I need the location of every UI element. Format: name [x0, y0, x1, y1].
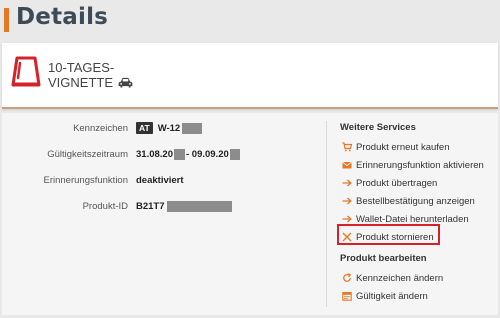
detail-row-kennzeichen: Kennzeichen AT W-12 — [2, 120, 322, 136]
detail-row-produkt-id: Produkt-ID B21T7 — [2, 198, 322, 214]
transfer-product-link[interactable]: Produkt übertragen — [342, 176, 437, 190]
detail-row-gueltigkeit: Gültigkeitszeitraum 31.08.20 - 09.09.20 — [2, 146, 322, 162]
product-id-value: B21T7 — [136, 200, 165, 212]
download-wallet-file-link[interactable]: Wallet-Datei herunterladen — [342, 212, 469, 226]
cancel-product-link[interactable]: Produkt stornieren — [342, 230, 434, 244]
link-label: Produkt übertragen — [356, 177, 438, 189]
services-heading: Weitere Services — [340, 122, 416, 133]
valid-to-value: - 09.09.20 — [185, 148, 229, 160]
detail-label: Kennzeichen — [73, 122, 128, 134]
redacted-mask — [166, 200, 232, 212]
product-name-line2: VIGNETTE — [48, 75, 114, 90]
page-header: Details — [0, 0, 500, 38]
link-label: Kennzeichen ändern — [356, 272, 444, 284]
redacted-mask — [173, 148, 185, 160]
country-badge: AT — [136, 122, 153, 134]
arrow-right-icon — [342, 178, 352, 188]
link-label: Erinnerungsfunktion aktivieren — [356, 159, 484, 171]
link-label: Produkt erneut kaufen — [356, 141, 450, 153]
detail-label: Erinnerungsfunktion — [43, 174, 129, 186]
refresh-icon — [342, 273, 352, 283]
link-label: Bestellbestätigung anzeigen — [356, 195, 475, 207]
detail-label: Produkt-ID — [82, 200, 128, 212]
envelope-icon — [342, 160, 352, 170]
buy-again-link[interactable]: Produkt erneut kaufen — [342, 140, 449, 154]
arrow-right-icon — [342, 196, 352, 206]
valid-from-value: 31.08.20 — [136, 148, 173, 160]
column-divider — [326, 121, 327, 307]
edit-heading: Produkt bearbeiten — [340, 253, 427, 264]
show-order-confirmation-link[interactable]: Bestellbestätigung anzeigen — [342, 194, 475, 208]
product-card-header: 10-TAGES- VIGNETTE — [2, 43, 498, 109]
cart-icon — [342, 142, 352, 152]
change-plate-link[interactable]: Kennzeichen ändern — [342, 271, 443, 285]
product-details-card: Kennzeichen AT W-12 Gültigkeitszeitraum … — [2, 113, 498, 315]
redacted-mask — [229, 148, 240, 160]
link-label: Wallet-Datei herunterladen — [356, 213, 469, 225]
change-validity-link[interactable]: Gültigkeit ändern — [342, 289, 428, 303]
page-title: Details — [16, 4, 109, 30]
redacted-mask — [182, 122, 203, 134]
car-icon — [118, 77, 133, 88]
reminder-status-value: deaktiviert — [136, 174, 184, 186]
link-label: Gültigkeit ändern — [356, 290, 428, 302]
close-icon — [342, 232, 352, 242]
detail-label: Gültigkeitszeitraum — [47, 148, 128, 160]
calendar-icon — [342, 291, 352, 301]
plate-value: W-12 — [157, 122, 181, 134]
product-name-line1: 10-TAGES- — [48, 60, 115, 75]
detail-row-erinnerung: Erinnerungsfunktion deaktiviert — [2, 172, 322, 188]
title-accent-bar — [4, 8, 9, 32]
arrow-right-icon — [342, 214, 352, 224]
vignette-icon — [11, 56, 41, 87]
product-name: 10-TAGES- VIGNETTE — [48, 60, 133, 90]
link-label: Produkt stornieren — [356, 231, 434, 243]
activate-reminder-link[interactable]: Erinnerungsfunktion aktivieren — [342, 158, 484, 172]
